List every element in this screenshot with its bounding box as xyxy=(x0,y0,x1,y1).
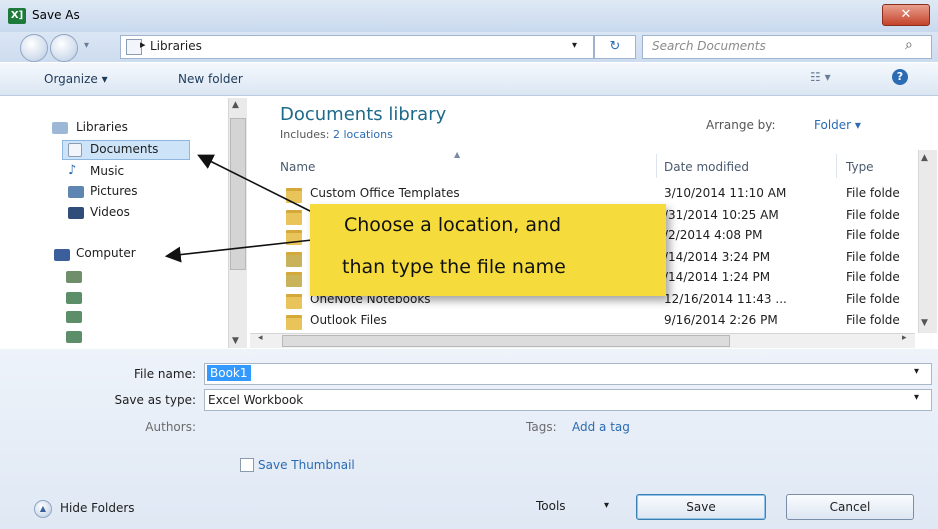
hide-folders-button[interactable]: Hide Folders xyxy=(60,501,135,515)
save-thumbnail-label[interactable]: Save Thumbnail xyxy=(258,458,355,472)
file-name-value[interactable]: Book1 xyxy=(207,365,251,381)
tags-label: Tags: xyxy=(526,420,557,434)
authors-label: Authors: xyxy=(145,420,196,434)
file-name-label: File name: xyxy=(134,367,196,381)
cancel-button[interactable]: Cancel xyxy=(786,494,914,520)
save-type-label: Save as type: xyxy=(114,393,196,407)
collapse-icon[interactable]: ▲ xyxy=(34,500,52,518)
annotation-callout: Choose a location, and than type the fil… xyxy=(310,204,666,296)
save-type-dropdown-icon[interactable]: ▾ xyxy=(914,392,919,403)
tools-dropdown-icon[interactable]: ▾ xyxy=(604,500,609,511)
file-name-dropdown-icon[interactable]: ▾ xyxy=(914,366,919,377)
callout-line-1: Choose a location, and xyxy=(344,214,562,236)
save-type-select[interactable] xyxy=(204,389,932,411)
tools-menu[interactable]: Tools xyxy=(536,499,566,513)
add-tag-link[interactable]: Add a tag xyxy=(572,420,630,434)
file-name-input[interactable] xyxy=(204,363,932,385)
save-button[interactable]: Save xyxy=(636,494,766,520)
arrow-to-documents xyxy=(197,154,313,213)
callout-line-2: than type the file name xyxy=(342,256,566,278)
save-type-value[interactable]: Excel Workbook xyxy=(208,393,303,407)
arrow-to-computer xyxy=(164,239,313,263)
save-thumbnail-checkbox[interactable] xyxy=(240,458,254,472)
